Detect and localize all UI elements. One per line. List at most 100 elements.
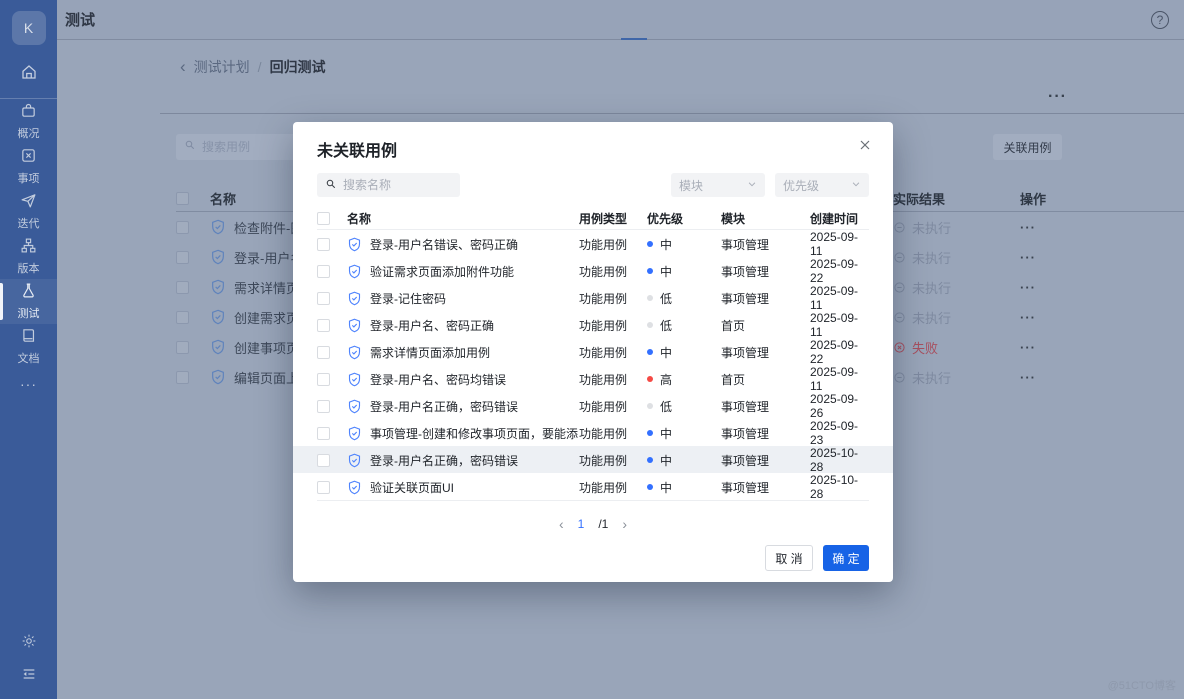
col-type: 用例类型 [579, 210, 647, 227]
priority-filter-label: 优先级 [783, 177, 819, 194]
case-module: 事项管理 [721, 290, 810, 307]
testcase-shield-icon [347, 426, 362, 441]
priority-dot [647, 322, 653, 328]
modal-table-row[interactable]: 验证需求页面添加附件功能 功能用例 中 事项管理 2025-09-22 [317, 257, 869, 284]
col-created: 创建时间 [810, 210, 869, 227]
case-created: 2025-10-28 [810, 473, 869, 501]
case-created: 2025-09-22 [810, 257, 869, 285]
testcase-shield-icon [347, 372, 362, 387]
testcase-shield-icon [347, 237, 362, 252]
case-priority: 中 [647, 236, 721, 253]
case-priority: 低 [647, 398, 721, 415]
row-checkbox[interactable] [317, 319, 330, 332]
modal-table-row[interactable]: 登录-记住密码 功能用例 低 事项管理 2025-09-11 [317, 284, 869, 311]
case-name: 事项管理-创建和修改事项页面，要能添... [370, 425, 579, 442]
case-priority: 中 [647, 425, 721, 442]
total-pages: /1 [598, 517, 608, 531]
case-created: 2025-10-28 [810, 446, 869, 474]
modal-table-header: 名称 用例类型 优先级 模块 创建时间 [317, 209, 869, 230]
col-priority: 优先级 [647, 210, 721, 227]
case-priority: 中 [647, 452, 721, 469]
case-module: 事项管理 [721, 425, 810, 442]
row-checkbox[interactable] [317, 454, 330, 467]
close-icon[interactable] [857, 137, 873, 153]
next-page-icon[interactable]: › [622, 518, 627, 530]
case-created: 2025-09-22 [810, 338, 869, 366]
priority-dot [647, 295, 653, 301]
case-type: 功能用例 [579, 236, 647, 253]
case-name: 登录-用户名、密码均错误 [370, 371, 506, 388]
row-checkbox[interactable] [317, 292, 330, 305]
row-checkbox[interactable] [317, 481, 330, 494]
case-module: 首页 [721, 317, 810, 334]
row-checkbox[interactable] [317, 373, 330, 386]
cancel-button[interactable]: 取 消 [765, 545, 813, 571]
case-created: 2025-09-11 [810, 311, 869, 339]
case-type: 功能用例 [579, 290, 647, 307]
modal-table-body: 登录-用户名错误、密码正确 功能用例 中 事项管理 2025-09-11 验证需… [317, 230, 869, 501]
case-type: 功能用例 [579, 371, 647, 388]
case-created: 2025-09-23 [810, 419, 869, 447]
app-root: K 概况 事项 迭代 版本 测试 文档 ··· [0, 0, 1184, 699]
modal-select-all-checkbox[interactable] [317, 212, 330, 225]
case-created: 2025-09-11 [810, 284, 869, 312]
priority-dot [647, 349, 653, 355]
prev-page-icon[interactable]: ‹ [559, 518, 564, 530]
case-module: 事项管理 [721, 479, 810, 496]
priority-filter-select[interactable]: 优先级 [775, 173, 869, 197]
modal-table-row[interactable]: 登录-用户名、密码正确 功能用例 低 首页 2025-09-11 [317, 311, 869, 338]
chevron-down-icon [747, 178, 757, 192]
chevron-down-icon [851, 178, 861, 192]
row-checkbox[interactable] [317, 400, 330, 413]
case-module: 首页 [721, 371, 810, 388]
modal-table-row[interactable]: 需求详情页面添加用例 功能用例 中 事项管理 2025-09-22 [317, 338, 869, 365]
modal-table-row[interactable]: 登录-用户名、密码均错误 功能用例 高 首页 2025-09-11 [317, 365, 869, 392]
testcase-shield-icon [347, 291, 362, 306]
search-icon [325, 178, 337, 193]
modal-table-row[interactable]: 事项管理-创建和修改事项页面，要能添... 功能用例 中 事项管理 2025-0… [317, 419, 869, 446]
modal-title: 未关联用例 [317, 137, 397, 161]
case-priority: 中 [647, 344, 721, 361]
case-priority: 中 [647, 263, 721, 280]
module-filter-select[interactable]: 模块 [671, 173, 765, 197]
priority-dot [647, 403, 653, 409]
modal-search-box[interactable] [317, 173, 460, 197]
col-name: 名称 [347, 210, 579, 227]
priority-dot [647, 376, 653, 382]
case-type: 功能用例 [579, 425, 647, 442]
modal-footer: 取 消 确 定 [765, 545, 869, 571]
row-checkbox[interactable] [317, 427, 330, 440]
case-type: 功能用例 [579, 344, 647, 361]
case-module: 事项管理 [721, 344, 810, 361]
modal-search-input[interactable] [343, 178, 452, 192]
modal-table-row[interactable]: 登录-用户名正确，密码错误 功能用例 低 事项管理 2025-09-26 [317, 392, 869, 419]
row-checkbox[interactable] [317, 238, 330, 251]
case-name: 登录-用户名、密码正确 [370, 317, 494, 334]
modal-table-row[interactable]: 验证关联页面UI 功能用例 中 事项管理 2025-10-28 [317, 473, 869, 500]
case-name: 验证需求页面添加附件功能 [370, 263, 514, 280]
case-name: 需求详情页面添加用例 [370, 344, 490, 361]
modal-table-row[interactable]: 登录-用户名正确，密码错误 功能用例 中 事项管理 2025-10-28 [293, 446, 893, 473]
unlinked-cases-modal: 未关联用例 模块 优先级 [293, 122, 893, 582]
priority-dot [647, 241, 653, 247]
current-page[interactable]: 1 [578, 517, 585, 531]
case-type: 功能用例 [579, 452, 647, 469]
testcase-shield-icon [347, 264, 362, 279]
case-name: 登录-用户名正确，密码错误 [370, 452, 518, 469]
testcase-shield-icon [347, 480, 362, 495]
case-module: 事项管理 [721, 398, 810, 415]
case-module: 事项管理 [721, 452, 810, 469]
module-filter-label: 模块 [679, 177, 703, 194]
testcase-shield-icon [347, 345, 362, 360]
row-checkbox[interactable] [317, 346, 330, 359]
case-type: 功能用例 [579, 398, 647, 415]
confirm-button[interactable]: 确 定 [823, 545, 869, 571]
case-priority: 高 [647, 371, 721, 388]
case-priority: 中 [647, 479, 721, 496]
priority-dot [647, 457, 653, 463]
priority-dot [647, 484, 653, 490]
modal-table-row[interactable]: 登录-用户名错误、密码正确 功能用例 中 事项管理 2025-09-11 [317, 230, 869, 257]
case-created: 2025-09-11 [810, 230, 869, 258]
row-checkbox[interactable] [317, 265, 330, 278]
case-created: 2025-09-26 [810, 392, 869, 420]
